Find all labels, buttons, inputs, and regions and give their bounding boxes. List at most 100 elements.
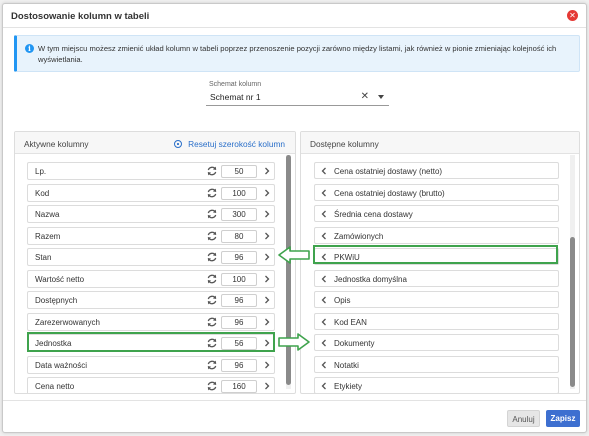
arrow-left-annotation [278, 246, 310, 264]
column-width-input[interactable]: 96 [221, 251, 257, 264]
active-column-label: Nazwa [35, 210, 60, 219]
chevron-left-icon[interactable] [319, 359, 329, 371]
available-column-label: Jednostka domyślna [334, 274, 407, 284]
active-column-row[interactable]: Kod 100 [27, 183, 275, 202]
refresh-icon[interactable] [206, 359, 218, 371]
available-column-label: Etykiety [334, 382, 363, 391]
refresh-icon[interactable] [206, 273, 218, 285]
active-column-label: Kod [35, 188, 50, 198]
chevron-left-icon[interactable] [319, 165, 329, 177]
column-width-input[interactable]: 100 [221, 186, 257, 200]
info-icon: i [25, 44, 34, 53]
column-width-input[interactable]: 96 [221, 315, 257, 329]
active-column-row[interactable]: Stan 96 [27, 248, 275, 266]
dialog-title: Dostosowanie kolumn w tabeli [11, 11, 150, 22]
available-columns-list: Cena ostatniej dostawy (netto) Cena ostat… [314, 155, 567, 393]
chevron-left-icon[interactable] [319, 294, 329, 306]
active-columns-title: Aktywne kolumny [24, 139, 89, 149]
refresh-icon[interactable] [206, 294, 218, 306]
scrollbar-thumb[interactable] [570, 237, 575, 387]
save-button[interactable]: Zapisz [546, 410, 580, 427]
active-column-row[interactable]: Nazwa 300 [27, 205, 275, 223]
available-column-label: Zamówionych [334, 231, 384, 241]
close-icon[interactable]: ✕ [567, 10, 578, 21]
available-columns-title: Dostępne kolumny [310, 139, 379, 149]
chevron-right-icon[interactable] [262, 380, 272, 392]
chevron-left-icon[interactable] [319, 230, 329, 242]
available-column-row[interactable]: Kod EAN [314, 312, 559, 330]
reset-width-link[interactable]: Resetuj szerokość kolumn [174, 139, 285, 149]
available-column-row[interactable]: Dokumenty [314, 334, 559, 351]
available-column-row[interactable]: Cena ostatniej dostawy (netto) [314, 162, 559, 179]
refresh-icon[interactable] [206, 165, 218, 177]
chevron-right-icon[interactable] [262, 208, 272, 220]
available-column-row[interactable]: Notatki [314, 355, 559, 373]
active-column-row[interactable]: Zarezerwowanych 96 [27, 312, 275, 331]
active-columns-panel: Aktywne kolumny Resetuj szerokość kolumn… [14, 131, 296, 394]
column-width-input[interactable]: 50 [221, 165, 257, 178]
active-column-label: Data ważności [35, 360, 88, 370]
chevron-right-icon[interactable] [262, 187, 272, 199]
refresh-icon[interactable] [206, 187, 218, 199]
chevron-right-icon[interactable] [262, 294, 272, 306]
chevron-right-icon[interactable] [262, 273, 272, 285]
chevron-left-icon[interactable] [319, 208, 329, 220]
active-column-row[interactable]: Wartość netto 100 [27, 269, 275, 288]
active-column-label: Wartość netto [35, 274, 85, 284]
highlight-pkwiu [313, 245, 558, 264]
available-column-row[interactable]: Etykiety [314, 377, 559, 393]
refresh-icon[interactable] [206, 208, 218, 220]
available-column-row[interactable]: Zamówionych [314, 226, 559, 244]
column-width-input[interactable]: 96 [221, 358, 257, 372]
available-column-row[interactable]: Średnia cena dostawy [314, 205, 559, 222]
chevron-left-icon[interactable] [319, 316, 329, 328]
chevron-right-icon[interactable] [262, 316, 272, 328]
column-width-input[interactable]: 100 [221, 272, 257, 286]
active-column-row[interactable]: Dostępnych 96 [27, 291, 275, 309]
column-width-input[interactable]: 160 [221, 380, 257, 393]
column-width-input[interactable]: 80 [221, 229, 257, 243]
refresh-icon[interactable] [206, 251, 218, 263]
schema-label: Schemat kolumn [209, 81, 262, 88]
chevron-left-icon[interactable] [319, 380, 329, 392]
chevron-left-icon[interactable] [319, 187, 329, 199]
active-column-label: Cena netto [35, 382, 75, 391]
dialog-footer: Anuluj Zapisz [3, 400, 586, 434]
available-column-row[interactable]: Cena ostatniej dostawy (brutto) [314, 183, 559, 201]
refresh-icon[interactable] [206, 380, 218, 392]
chevron-right-icon[interactable] [262, 230, 272, 242]
available-column-row[interactable]: Opis [314, 291, 559, 308]
available-column-label: Kod EAN [334, 317, 367, 327]
schema-value: Schemat nr 1 [210, 92, 261, 102]
chevron-right-icon[interactable] [262, 359, 272, 371]
clear-icon[interactable]: ✕ [361, 91, 369, 102]
chevron-left-icon[interactable] [319, 337, 329, 349]
active-columns-header: Aktywne kolumny Resetuj szerokość kolumn [15, 132, 295, 154]
chevron-right-icon[interactable] [262, 165, 272, 177]
refresh-icon[interactable] [206, 230, 218, 242]
available-column-label: Cena ostatniej dostawy (brutto) [334, 188, 445, 198]
chevron-left-icon[interactable] [319, 273, 329, 285]
column-width-input[interactable]: 96 [221, 294, 257, 307]
available-columns-scrollbar[interactable] [570, 155, 575, 389]
reset-icon [174, 140, 183, 148]
cancel-button[interactable]: Anuluj [507, 410, 540, 427]
active-column-row[interactable]: Cena netto 160 [27, 377, 275, 393]
active-columns-scrollbar[interactable] [286, 155, 291, 389]
active-column-row[interactable]: Razem 80 [27, 226, 275, 245]
available-column-row[interactable]: Jednostka domyślna [314, 269, 559, 287]
available-column-label: Notatki [334, 360, 359, 370]
active-column-label: Razem [35, 231, 61, 241]
refresh-icon[interactable] [206, 316, 218, 328]
schema-select[interactable]: Schemat nr 1 ✕ [206, 89, 389, 106]
active-column-row[interactable]: Data ważności 96 [27, 355, 275, 374]
available-column-label: Cena ostatniej dostawy (netto) [334, 167, 443, 176]
chevron-right-icon[interactable] [262, 251, 272, 263]
active-column-label: Dostępnych [35, 296, 78, 305]
column-width-input[interactable]: 300 [221, 208, 257, 221]
arrow-right-annotation [278, 333, 310, 351]
caret-down-icon[interactable] [378, 95, 384, 99]
active-column-row[interactable]: Lp. 50 [27, 162, 275, 180]
column-settings-dialog: Dostosowanie kolumn w tabeli ✕ i W tym m… [2, 3, 587, 433]
active-column-label: Lp. [35, 167, 47, 176]
